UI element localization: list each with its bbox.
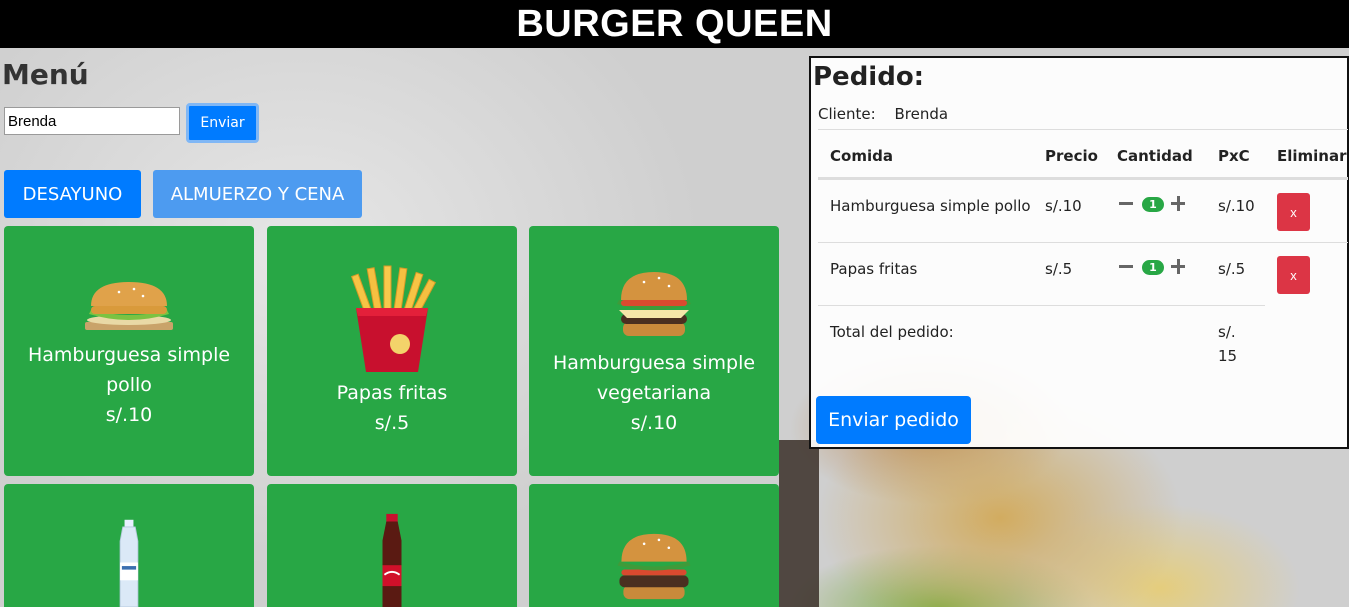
column-header: Comida [830, 147, 893, 165]
minus-icon[interactable] [1117, 257, 1137, 277]
water-bottle-image [119, 519, 139, 607]
quantity-stepper: 1 [1117, 194, 1189, 214]
quantity-badge: 1 [1142, 196, 1164, 212]
beef-burger-image [617, 533, 691, 600]
background-shadow [779, 440, 819, 607]
column-header: Cantidad [1117, 147, 1193, 165]
send-name-button[interactable]: Enviar [186, 103, 259, 143]
minus-icon[interactable] [1117, 194, 1137, 214]
delete-item-button[interactable]: x [1277, 256, 1310, 294]
menu-item-name: Hamburguesa simple pollo [27, 344, 231, 396]
french-fries-image [350, 265, 437, 372]
tab-almuerzo-cena[interactable]: ALMUERZO Y CENA [153, 170, 362, 218]
column-header: Precio [1045, 147, 1098, 165]
client-name-input[interactable] [4, 107, 180, 135]
order-food: Papas fritas [830, 260, 918, 278]
menu-item-card[interactable] [529, 484, 779, 607]
menu-item-card[interactable]: Hamburguesa simple vegetariana s/.10 [529, 226, 779, 476]
order-table-header: Comida Precio Cantidad PxC Eliminar [818, 129, 1348, 179]
client-name: Brenda [894, 105, 949, 123]
plus-icon[interactable] [1169, 194, 1189, 214]
total-label: Total del pedido: [830, 323, 954, 341]
veggie-burger-image [617, 272, 691, 336]
order-pxc: s/.5 [1218, 260, 1246, 278]
column-header: Eliminar [1277, 147, 1347, 165]
column-header: PxC [1218, 147, 1250, 165]
order-client: Cliente: Brenda [818, 105, 962, 123]
menu-title: Menú [2, 58, 89, 91]
order-row: Papas fritas s/.5 1 s/.5 x [818, 242, 1348, 305]
order-panel: Pedido: Cliente: Brenda Comida Precio Ca… [809, 56, 1349, 449]
order-row: Hamburguesa simple pollo s/.10 1 s/.10 x [818, 179, 1348, 242]
total-value-amount: 15 [1218, 347, 1238, 365]
plus-icon[interactable] [1169, 257, 1189, 277]
order-price: s/.5 [1045, 260, 1073, 278]
delete-item-button[interactable]: x [1277, 193, 1310, 231]
menu-item-card[interactable]: Hamburguesa simple pollo s/.10 [4, 226, 254, 476]
client-label: Cliente: [818, 105, 876, 123]
order-pxc: s/.10 [1218, 197, 1255, 215]
order-price: s/.10 [1045, 197, 1082, 215]
menu-item-card[interactable]: Papas fritas s/.5 [267, 226, 517, 476]
menu-item-card[interactable] [4, 484, 254, 607]
order-title: Pedido: [813, 62, 925, 92]
quantity-badge: 1 [1142, 259, 1164, 275]
app-header: BURGER QUEEN [0, 0, 1349, 48]
menu-item-name: Papas fritas [336, 382, 448, 404]
order-total-row: Total del pedido: s/. 15 [818, 305, 1265, 391]
quantity-stepper: 1 [1117, 257, 1189, 277]
menu-item-price: s/.5 [374, 412, 410, 434]
app-title: BURGER QUEEN [516, 2, 833, 45]
total-value-currency: s/. [1218, 323, 1236, 341]
menu-item-price: s/.10 [630, 412, 678, 434]
order-food: Hamburguesa simple pollo [830, 197, 1031, 215]
send-order-button[interactable]: Enviar pedido [816, 396, 971, 444]
order-table: Comida Precio Cantidad PxC Eliminar Hamb… [818, 129, 1348, 391]
chicken-burger-image [85, 282, 173, 330]
cola-bottle-image [382, 513, 402, 607]
menu-item-card[interactable] [267, 484, 517, 607]
tab-desayuno[interactable]: DESAYUNO [4, 170, 141, 218]
menu-item-price: s/.10 [105, 404, 153, 426]
menu-item-name: Hamburguesa simple vegetariana [552, 352, 756, 404]
